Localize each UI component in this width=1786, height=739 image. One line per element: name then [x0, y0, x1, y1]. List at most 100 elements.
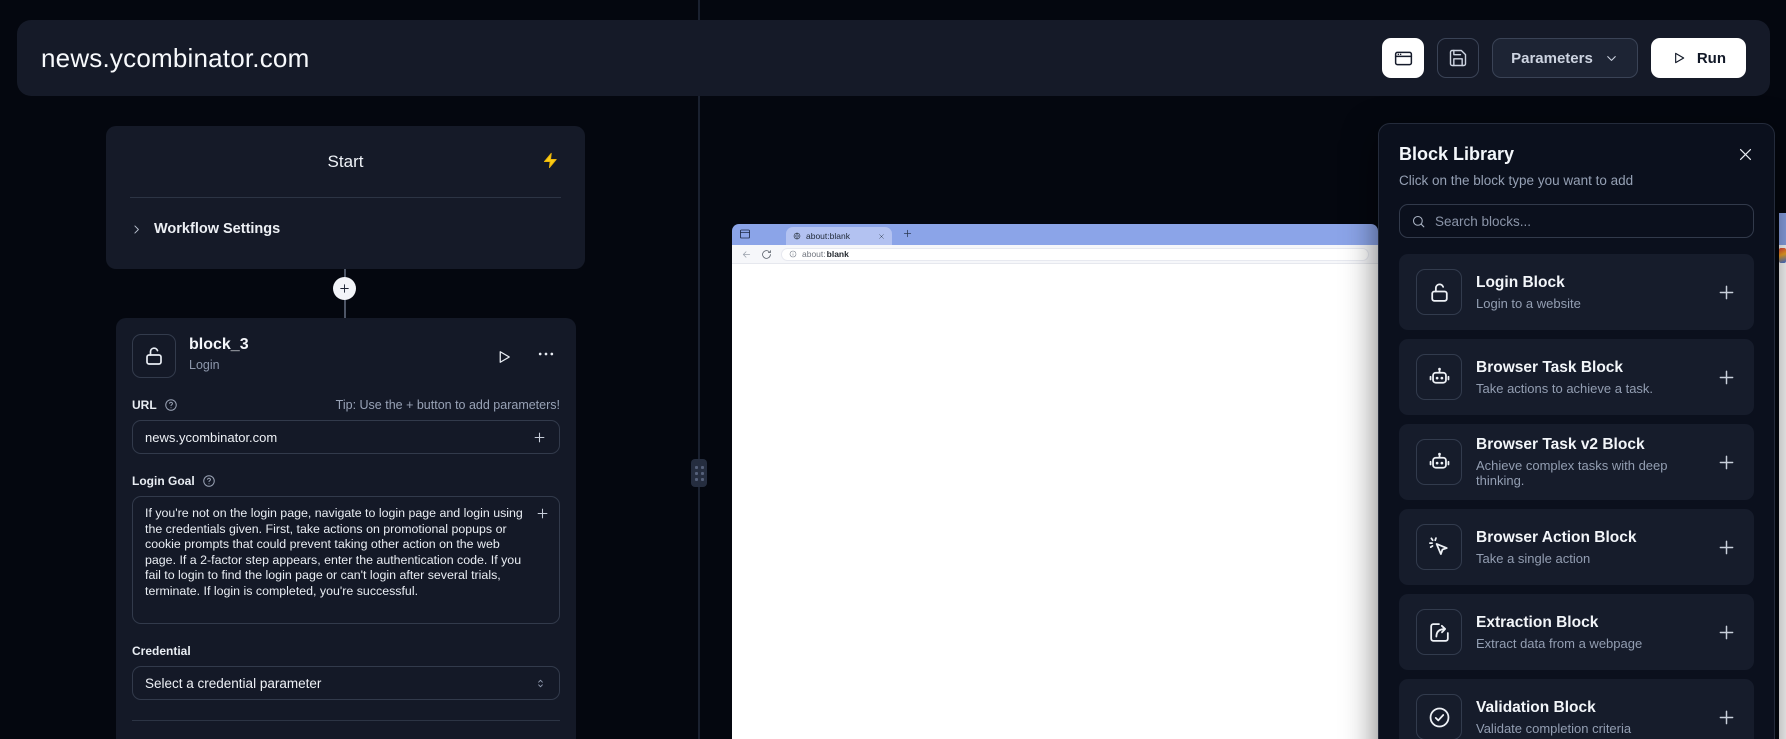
- block-description: Take a single action: [1476, 551, 1637, 566]
- block-library-title: Block Library: [1399, 144, 1514, 165]
- library-item-browser-task-v2-block[interactable]: Browser Task v2 Block Achieve complex ta…: [1399, 424, 1754, 500]
- browser-preview[interactable]: about:blank about: blank: [732, 224, 1378, 739]
- edge-favicon: [1779, 248, 1786, 263]
- address-scheme: about:: [802, 249, 826, 259]
- run-block-button[interactable]: [495, 348, 513, 366]
- lock-icon: [132, 334, 176, 378]
- block-title: Validation Block: [1476, 699, 1631, 717]
- add-block-button[interactable]: [1716, 537, 1737, 558]
- block-title: Login Block: [1476, 274, 1581, 292]
- block-library-header: Block Library: [1399, 144, 1754, 165]
- credential-field-row: Credential: [132, 644, 560, 658]
- block-library-subtitle: Click on the block type you want to add: [1399, 173, 1754, 188]
- splitter-drag-handle[interactable]: [691, 459, 707, 487]
- refresh-icon: [761, 249, 772, 260]
- block-text: Login Block Login to a website: [1476, 274, 1581, 311]
- goal-field-row: Login Goal: [132, 474, 560, 488]
- block-description: Take actions to achieve a task.: [1476, 381, 1653, 396]
- robot-icon: [1416, 354, 1462, 400]
- block-text: Extraction Block Extract data from a web…: [1476, 614, 1642, 651]
- block-library-panel: Block Library Click on the block type yo…: [1378, 123, 1775, 739]
- start-block-title: Start: [328, 152, 364, 172]
- help-circle-icon[interactable]: [202, 474, 216, 488]
- library-item-validation-block[interactable]: Validation Block Validate completion cri…: [1399, 679, 1754, 739]
- url-field-row: URL Tip: Use the + button to add paramet…: [132, 398, 560, 412]
- workflow-editor-screen: news.ycombinator.com Parameters: [0, 0, 1786, 739]
- add-parameter-button[interactable]: [535, 506, 550, 521]
- block-menu-button[interactable]: [536, 344, 556, 369]
- edge-tab-strip: [1779, 213, 1786, 245]
- add-block-button[interactable]: [1716, 707, 1737, 728]
- add-block-button[interactable]: [1716, 622, 1737, 643]
- close-icon[interactable]: [1737, 144, 1754, 163]
- edge-browser-preview: [1779, 213, 1786, 739]
- extract-icon: [1416, 609, 1462, 655]
- info-icon: [789, 250, 797, 258]
- login-goal-text: If you're not on the login page, navigat…: [145, 506, 523, 598]
- search-input-wrapper: [1399, 204, 1754, 238]
- workflow-title: news.ycombinator.com: [41, 43, 309, 74]
- credential-select-value: Select a credential parameter: [145, 676, 321, 691]
- cursor-click-icon: [1416, 524, 1462, 570]
- library-item-browser-task-block[interactable]: Browser Task Block Take actions to achie…: [1399, 339, 1754, 415]
- browser-panel-toggle-button[interactable]: [1382, 38, 1424, 78]
- address-bar: about: blank: [781, 248, 1369, 261]
- parameters-dropdown-button[interactable]: Parameters: [1492, 38, 1638, 78]
- login-goal-label: Login Goal: [132, 474, 195, 488]
- url-input[interactable]: [145, 430, 532, 445]
- login-goal-textarea[interactable]: If you're not on the login page, navigat…: [132, 496, 560, 624]
- check-circle-icon: [1416, 694, 1462, 739]
- lock-icon: [1416, 269, 1462, 315]
- login-block-card[interactable]: block_3 Login URL Tip: Use the + button …: [116, 318, 576, 739]
- chevron-right-icon: [130, 223, 143, 236]
- lightning-icon: [542, 152, 559, 174]
- block-library-list: Login Block Login to a website Browser T…: [1399, 254, 1754, 739]
- save-button[interactable]: [1437, 38, 1479, 78]
- search-input[interactable]: [1435, 214, 1742, 229]
- browser-page-content: [732, 264, 1378, 739]
- add-block-node-button[interactable]: [333, 277, 356, 300]
- credential-label: Credential: [132, 644, 191, 658]
- top-bar: news.ycombinator.com Parameters: [17, 20, 1770, 96]
- block-description: Validate completion criteria: [1476, 721, 1631, 736]
- library-item-browser-action-block[interactable]: Browser Action Block Take a single actio…: [1399, 509, 1754, 585]
- search-icon: [1411, 214, 1426, 229]
- run-button[interactable]: Run: [1651, 38, 1746, 78]
- block-text: Browser Task Block Take actions to achie…: [1476, 359, 1653, 396]
- back-arrow-icon: [741, 249, 752, 260]
- add-block-button[interactable]: [1716, 282, 1737, 303]
- parameters-tip: Tip: Use the + button to add parameters!: [336, 398, 560, 412]
- edge-page-content: [1779, 245, 1786, 739]
- browser-tab: about:blank: [786, 227, 892, 245]
- start-block-card[interactable]: Start Workflow Settings: [106, 126, 585, 269]
- block-name: block_3: [189, 336, 249, 354]
- chevron-down-icon: [1604, 51, 1619, 66]
- block-title: Browser Task v2 Block: [1476, 436, 1716, 454]
- robot-icon: [1416, 439, 1462, 485]
- block-text: Validation Block Validate completion cri…: [1476, 699, 1631, 736]
- block-description: Achieve complex tasks with deep thinking…: [1476, 458, 1716, 488]
- new-tab-icon: [902, 228, 913, 239]
- browser-window-icon: [1393, 48, 1414, 69]
- add-block-button[interactable]: [1716, 367, 1737, 388]
- block-description: Login to a website: [1476, 296, 1581, 311]
- add-parameter-button[interactable]: [532, 430, 547, 445]
- login-card-divider: [132, 720, 560, 721]
- browser-tab-strip: about:blank: [732, 224, 1378, 245]
- block-type-label: Login: [189, 358, 249, 372]
- parameters-label: Parameters: [1511, 50, 1593, 67]
- start-block-header: Start: [106, 126, 585, 197]
- help-circle-icon[interactable]: [164, 398, 178, 412]
- credential-select[interactable]: Select a credential parameter: [132, 666, 560, 700]
- window-icon: [739, 228, 751, 240]
- library-item-login-block[interactable]: Login Block Login to a website: [1399, 254, 1754, 330]
- workflow-settings-label: Workflow Settings: [154, 221, 280, 237]
- add-block-button[interactable]: [1716, 452, 1737, 473]
- chevron-up-down-icon: [534, 677, 547, 690]
- panel-splitter-line[interactable]: [698, 0, 700, 739]
- library-item-extraction-block[interactable]: Extraction Block Extract data from a web…: [1399, 594, 1754, 670]
- tab-title: about:blank: [806, 231, 873, 241]
- workflow-settings-toggle[interactable]: Workflow Settings: [106, 198, 585, 260]
- block-title: Browser Action Block: [1476, 529, 1637, 547]
- play-icon: [1671, 50, 1687, 66]
